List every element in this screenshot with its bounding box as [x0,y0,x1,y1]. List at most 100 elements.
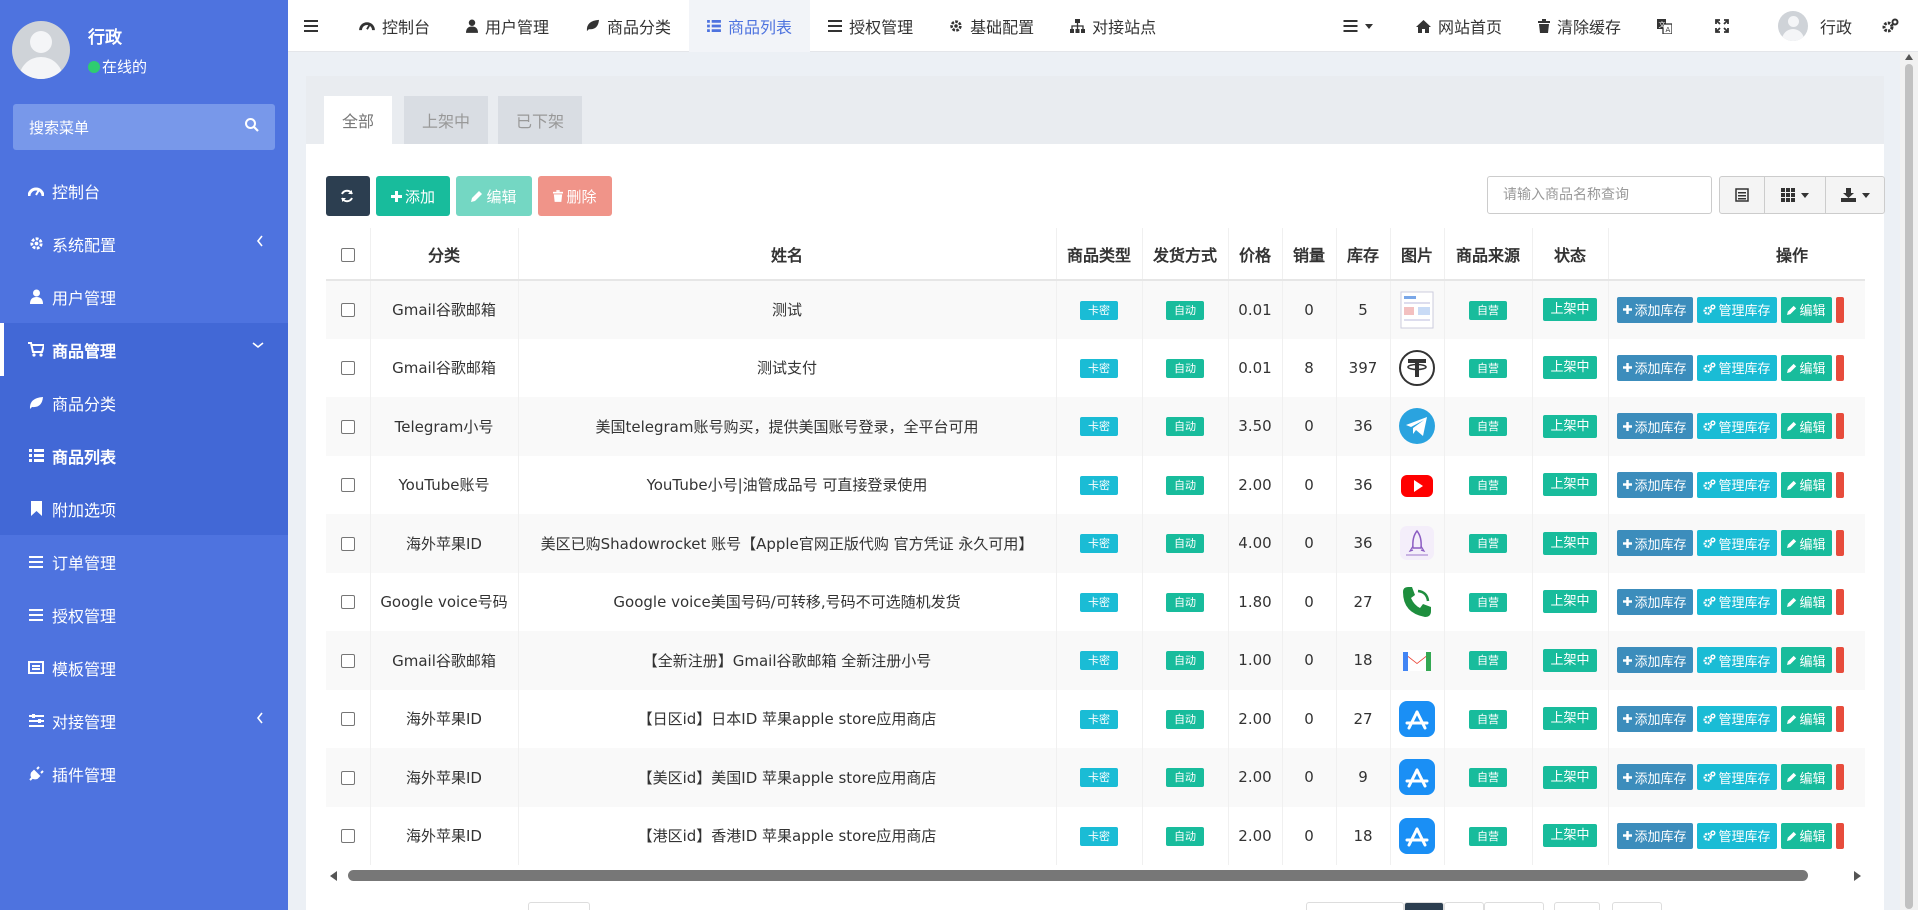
nav-tab-users[interactable]: 用户管理 [448,0,567,52]
row-edit-button[interactable]: 编辑 [1780,354,1832,381]
table-row[interactable]: Gmail谷歌邮箱 测试支付 卡密 自动 0.01 8 397 自营 上架中 添加库存 管理库存 编辑 [326,338,1865,397]
cell-image[interactable] [1390,514,1445,573]
add-stock-button[interactable]: 添加库存 [1616,296,1693,323]
language-button[interactable]: 文A [1639,0,1697,52]
row-checkbox[interactable] [326,338,371,397]
row-edit-button[interactable]: 编辑 [1780,647,1832,674]
sidebar-item-plugins[interactable]: 插件管理 [0,747,288,800]
row-delete-button[interactable] [1835,354,1844,381]
search-icon[interactable] [244,117,260,133]
col-header-status[interactable]: 状态 [1532,228,1609,281]
manage-stock-button[interactable]: 管理库存 [1696,705,1777,732]
col-header-delivery[interactable]: 发货方式 [1142,228,1229,281]
pagination-page[interactable] [1444,902,1484,910]
clear-cache-button[interactable]: 清除缓存 [1520,0,1639,52]
nav-tab-linked-sites[interactable]: 对接站点 [1052,0,1174,52]
add-stock-button[interactable]: 添加库存 [1616,647,1693,674]
row-checkbox[interactable] [326,280,371,339]
pagination-prev[interactable] [1306,902,1404,910]
add-stock-button[interactable]: 添加库存 [1616,588,1693,615]
table-row[interactable]: 海外苹果ID 【美区id】美国ID 苹果apple store应用商店 卡密 自动 2.… [326,748,1865,807]
nav-tab-licenses[interactable]: 授权管理 [810,0,931,52]
row-delete-button[interactable] [1835,471,1844,498]
row-checkbox[interactable] [326,455,371,514]
cell-image[interactable] [1390,280,1445,339]
table-row[interactable]: 海外苹果ID 美区已购Shadowrocket 账号【Apple官网正版代购 官方… [326,514,1865,573]
row-edit-button[interactable]: 编辑 [1780,705,1832,732]
cell-image[interactable] [1390,338,1445,397]
sidebar-toggle-button[interactable] [288,0,341,52]
table-row[interactable]: 海外苹果ID 【港区id】香港ID 苹果apple store应用商店 卡密 自动 2.… [326,806,1865,865]
status-badge[interactable]: 上架中 [1543,531,1597,555]
row-checkbox[interactable] [326,572,371,631]
row-checkbox[interactable] [326,397,371,456]
nav-tab-product-list[interactable]: 商品列表 [689,0,811,52]
tab-on-shelf[interactable]: 上架中 [404,96,489,144]
sidebar-item-dashboard[interactable]: 控制台 [0,164,288,217]
col-header-category[interactable]: 分类 [370,228,519,281]
row-edit-button[interactable]: 编辑 [1780,822,1832,849]
col-header-type[interactable]: 商品类型 [1056,228,1143,281]
status-badge[interactable]: 上架中 [1543,824,1597,848]
manage-stock-button[interactable]: 管理库存 [1696,588,1777,615]
status-badge[interactable]: 上架中 [1543,414,1597,438]
add-stock-button[interactable]: 添加库存 [1616,822,1693,849]
cell-image[interactable] [1390,689,1445,748]
row-delete-button[interactable] [1835,588,1844,615]
page-vertical-scrollbar[interactable] [1900,52,1918,910]
sidebar-item-integration[interactable]: 对接管理 [0,694,288,747]
cell-image[interactable] [1390,631,1445,690]
row-delete-button[interactable] [1835,764,1844,791]
sidebar-item-product-mgmt[interactable]: 商品管理 [0,323,288,376]
table-row[interactable]: 海外苹果ID 【日区id】日本ID 苹果apple store应用商店 卡密 自动 2.… [326,689,1865,748]
pagination-next[interactable] [1612,902,1662,910]
status-badge[interactable]: 上架中 [1543,590,1597,614]
manage-stock-button[interactable]: 管理库存 [1696,354,1777,381]
fullscreen-button[interactable] [1697,0,1754,52]
manage-stock-button[interactable]: 管理库存 [1696,647,1777,674]
sidebar-item-addon-options[interactable]: 附加选项 [0,482,288,535]
row-checkbox[interactable] [326,806,371,865]
row-edit-button[interactable]: 编辑 [1780,471,1832,498]
status-badge[interactable]: 上架中 [1543,356,1597,380]
manage-stock-button[interactable]: 管理库存 [1696,471,1777,498]
add-button[interactable]: 添加 [376,176,450,216]
row-delete-button[interactable] [1835,413,1844,440]
table-row[interactable]: Google voice号码 Google voice美国号码/可转移,号码不可选… [326,572,1865,631]
row-checkbox[interactable] [326,689,371,748]
add-stock-button[interactable]: 添加库存 [1616,354,1693,381]
row-checkbox[interactable] [326,748,371,807]
multi-tab-dropdown[interactable] [1325,0,1398,52]
status-badge[interactable]: 上架中 [1543,298,1597,322]
scroll-left-icon[interactable] [330,871,337,881]
menu-search-input[interactable]: 搜索菜单 [13,104,275,150]
add-stock-button[interactable]: 添加库存 [1616,705,1693,732]
sidebar-item-users[interactable]: 用户管理 [0,270,288,323]
col-header-stock[interactable]: 库存 [1336,228,1391,281]
pagination-page[interactable] [1554,902,1600,910]
sidebar-item-templates[interactable]: 模板管理 [0,641,288,694]
nav-tab-dashboard[interactable]: 控制台 [341,0,448,52]
add-stock-button[interactable]: 添加库存 [1616,471,1693,498]
row-edit-button[interactable]: 编辑 [1780,764,1832,791]
nav-tab-product-category[interactable]: 商品分类 [567,0,689,52]
add-stock-button[interactable]: 添加库存 [1616,530,1693,557]
status-badge[interactable]: 上架中 [1543,648,1597,672]
delete-button[interactable]: 删除 [538,176,612,216]
table-row[interactable]: YouTube账号 YouTube小号|油管成品号 可直接登录使用 卡密 自动 2.00… [326,455,1865,514]
export-dropdown-button[interactable] [1825,176,1885,214]
row-delete-button[interactable] [1835,647,1844,674]
table-row[interactable]: Telegram小号 美国telegram账号购买，提供美国账号登录，全平台可用 卡… [326,397,1865,456]
cell-image[interactable] [1390,572,1445,631]
sidebar-item-product-category[interactable]: 商品分类 [0,376,288,429]
status-badge[interactable]: 上架中 [1543,765,1597,789]
sidebar-item-system-config[interactable]: 系统配置 [0,217,288,270]
cell-image[interactable] [1390,455,1445,514]
manage-stock-button[interactable]: 管理库存 [1696,296,1777,323]
sidebar-item-orders[interactable]: 订单管理 [0,535,288,588]
pagination-current[interactable] [1404,902,1444,910]
row-edit-button[interactable]: 编辑 [1780,530,1832,557]
select-all-checkbox[interactable] [326,228,371,281]
site-home-link[interactable]: 网站首页 [1398,0,1520,52]
user-menu[interactable]: 行政 [1754,0,1870,52]
